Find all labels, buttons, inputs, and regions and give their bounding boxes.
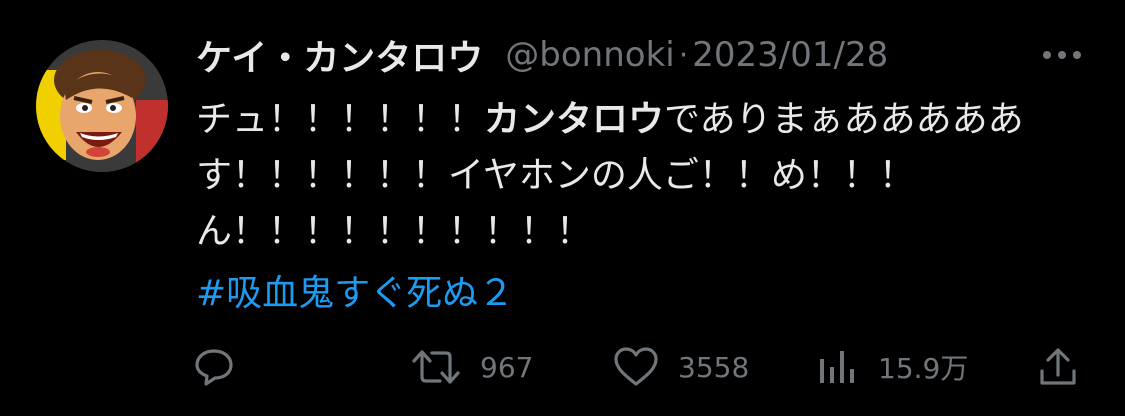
heart-icon bbox=[614, 347, 658, 386]
retweet-button[interactable]: 967 bbox=[410, 340, 533, 394]
tweet-text-line-2: す！！！！！！イヤホンの人ご！！め！！！ bbox=[196, 155, 915, 196]
reply-button[interactable] bbox=[192, 340, 236, 394]
tweet-date[interactable]: 2023/01/28 bbox=[692, 35, 888, 75]
hashtag-link[interactable]: #吸血鬼すぐ死ぬ２ bbox=[196, 266, 1076, 322]
tweet-text-bold-segment: カンタロウ bbox=[484, 99, 665, 140]
like-count: 3558 bbox=[678, 350, 750, 384]
tweet-actions: 967 3558 15.9万 bbox=[0, 340, 1125, 394]
share-button[interactable] bbox=[1036, 340, 1080, 394]
retweet-icon bbox=[412, 350, 460, 384]
tweet-text-segment: チュ！！！！！！ bbox=[196, 99, 485, 140]
views-chart-icon bbox=[820, 351, 854, 383]
separator-dot: · bbox=[678, 37, 689, 73]
author-handle[interactable]: @bonnoki bbox=[505, 35, 674, 75]
tweet-text-segment: でありまぁあああああ bbox=[664, 99, 1024, 140]
views-count: 15.9万 bbox=[878, 352, 969, 385]
tweet-header: ケイ・カンタロウ @bonnoki · 2023/01/28 bbox=[196, 28, 888, 82]
more-options-button[interactable] bbox=[1040, 42, 1084, 68]
tweet-text-line-1: チュ！！！！！！カンタロウでありまぁあああああ bbox=[196, 92, 1076, 148]
views-button[interactable]: 15.9万 bbox=[816, 340, 968, 394]
reply-icon bbox=[195, 349, 233, 386]
more-horizontal-icon bbox=[1043, 51, 1081, 59]
tweet[interactable]: ケイ・カンタロウ @bonnoki · 2023/01/28 チュ！！！！！！カ… bbox=[0, 0, 1125, 416]
share-icon bbox=[1040, 348, 1076, 385]
avatar-anime-man-icon bbox=[36, 40, 168, 172]
retweet-count: 967 bbox=[480, 350, 534, 384]
tweet-text-line-3: ん！！！！！！！！！！ bbox=[196, 211, 593, 252]
avatar[interactable] bbox=[36, 40, 168, 172]
tweet-text: チュ！！！！！！カンタロウでありまぁあああああ す！！！！！！イヤホンの人ご！！… bbox=[196, 92, 1076, 322]
author-display-name[interactable]: ケイ・カンタロウ bbox=[196, 29, 483, 81]
like-button[interactable]: 3558 bbox=[612, 340, 749, 394]
